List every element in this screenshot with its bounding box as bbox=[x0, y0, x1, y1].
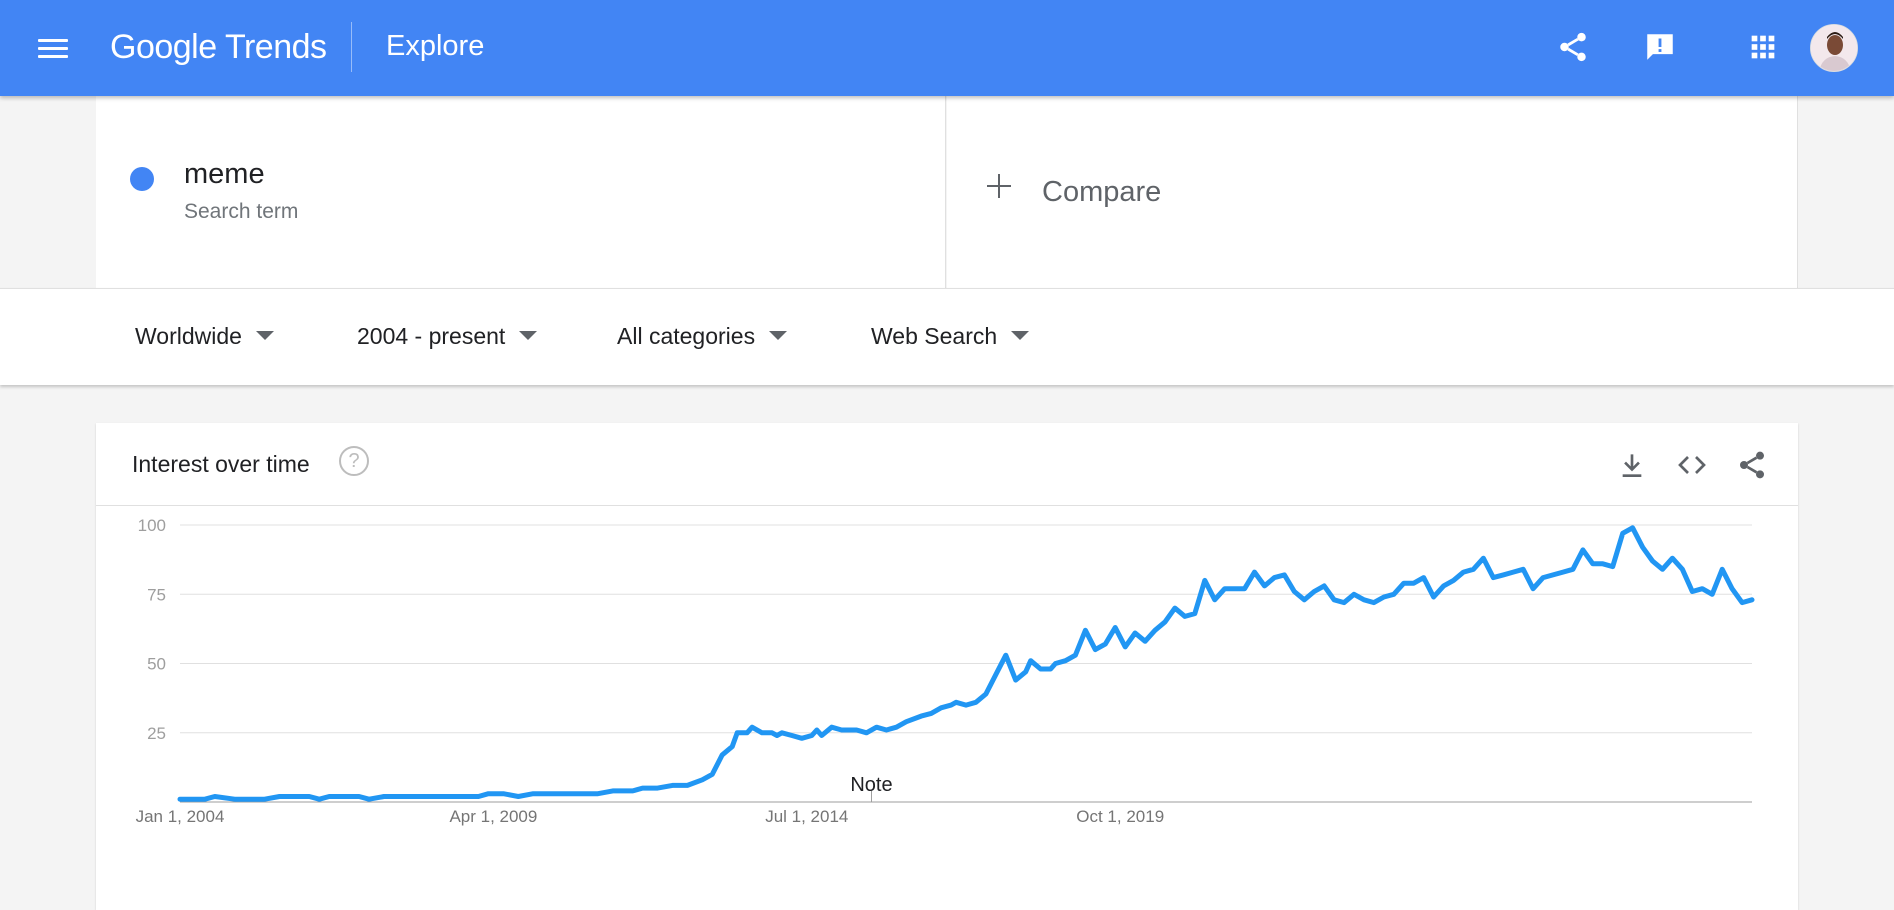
interest-over-time-card: Interest over time ? 25 50 75 100 Jan 1, 200… bbox=[96, 423, 1798, 910]
region-label: Worldwide bbox=[135, 323, 242, 349]
help-icon[interactable]: ? bbox=[339, 446, 369, 476]
dropdown-arrow-icon bbox=[255, 331, 274, 341]
search-term-subtitle: Search term bbox=[184, 200, 299, 223]
dropdown-arrow-icon bbox=[519, 331, 538, 341]
menu-icon[interactable] bbox=[38, 36, 68, 60]
search-term-card[interactable]: meme Search term bbox=[96, 96, 946, 288]
download-icon[interactable] bbox=[1616, 449, 1648, 481]
interest-line-chart: 25 50 75 100 Jan 1, 2004 Apr 1, 2009 Jul 1, 20… bbox=[136, 516, 1755, 826]
card-header: Interest over time ? bbox=[96, 423, 1798, 506]
search-term-name[interactable]: meme bbox=[184, 158, 265, 191]
y-tick-label: 100 bbox=[138, 516, 166, 535]
embed-code-icon[interactable] bbox=[1676, 449, 1708, 481]
dropdown-arrow-icon bbox=[769, 331, 788, 341]
search-terms-bar: meme Search term Compare bbox=[0, 96, 1894, 288]
term-color-dot bbox=[130, 167, 154, 191]
x-tick-label: Apr 1, 2009 bbox=[449, 807, 537, 826]
card-title: Interest over time bbox=[132, 451, 310, 477]
user-avatar[interactable] bbox=[1810, 24, 1858, 72]
time-range-dropdown[interactable]: 2004 - present bbox=[357, 323, 538, 350]
compare-button[interactable]: Compare bbox=[1042, 176, 1161, 209]
x-tick-label: Jan 1, 2004 bbox=[136, 807, 225, 826]
search-property-dropdown[interactable]: Web Search bbox=[871, 323, 1030, 350]
page-title: Explore bbox=[386, 30, 485, 62]
filter-bar: Worldwide 2004 - present All categories … bbox=[0, 288, 1894, 385]
compare-card[interactable]: Compare bbox=[947, 96, 1798, 288]
x-tick-label: Oct 1, 2019 bbox=[1076, 807, 1164, 826]
plus-icon bbox=[987, 174, 1011, 198]
share-icon[interactable] bbox=[1736, 449, 1768, 481]
avatar-photo bbox=[1811, 25, 1857, 71]
region-dropdown[interactable]: Worldwide bbox=[135, 323, 274, 350]
y-tick-label: 25 bbox=[147, 724, 166, 743]
feedback-icon[interactable] bbox=[1643, 30, 1677, 64]
x-tick-label: Jul 1, 2014 bbox=[765, 807, 848, 826]
y-tick-label: 75 bbox=[147, 585, 166, 604]
category-dropdown[interactable]: All categories bbox=[617, 323, 788, 350]
dropdown-arrow-icon bbox=[1011, 331, 1030, 341]
y-tick-label: 50 bbox=[147, 655, 166, 674]
header-divider bbox=[351, 22, 352, 72]
time-range-label: 2004 - present bbox=[357, 323, 506, 349]
share-icon[interactable] bbox=[1556, 30, 1590, 64]
apps-grid-icon[interactable] bbox=[1746, 30, 1780, 64]
top-app-bar: Google Trends Explore bbox=[0, 0, 1894, 96]
search-property-label: Web Search bbox=[871, 323, 998, 349]
category-label: All categories bbox=[617, 323, 756, 349]
google-trends-logo[interactable]: Google Trends bbox=[110, 28, 327, 67]
annotation-note: Note bbox=[850, 774, 892, 796]
